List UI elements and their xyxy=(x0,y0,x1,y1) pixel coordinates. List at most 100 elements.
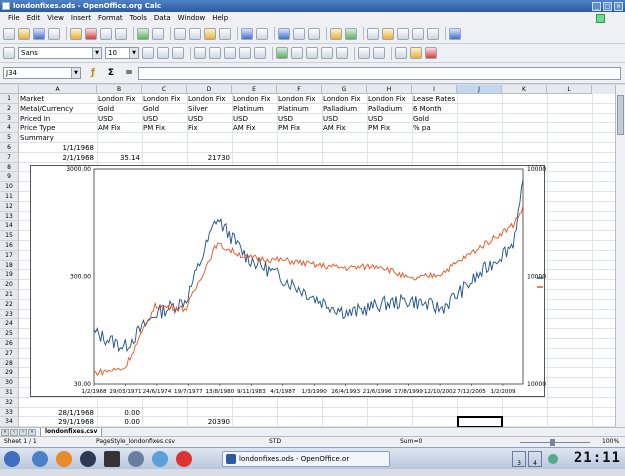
menu-data[interactable]: Data xyxy=(154,14,171,22)
r-icon[interactable] xyxy=(128,451,144,467)
cell[interactable]: PM Fix xyxy=(143,124,187,134)
paste-icon[interactable] xyxy=(204,27,216,40)
row-header[interactable]: 9 xyxy=(0,172,19,183)
eclipse-icon[interactable] xyxy=(80,451,96,467)
cell[interactable]: USD xyxy=(188,115,232,125)
row-header[interactable]: 34 xyxy=(0,417,19,427)
styles-formatting-icon[interactable] xyxy=(3,47,15,59)
row-header[interactable]: 25 xyxy=(0,329,19,339)
logout-icon[interactable] xyxy=(176,451,192,467)
column-header[interactable]: G xyxy=(322,85,367,94)
borders-icon[interactable] xyxy=(395,47,407,59)
row-header[interactable]: 15 xyxy=(0,231,19,241)
terminal-icon[interactable] xyxy=(104,451,120,467)
scrollbar-thumb[interactable] xyxy=(617,95,624,135)
row-header[interactable]: 22 xyxy=(0,299,19,310)
cell[interactable]: Platinum xyxy=(233,105,277,115)
cell[interactable]: 0.00 xyxy=(98,409,140,419)
function-wizard-icon[interactable]: ƒ xyxy=(88,68,98,78)
cell[interactable]: London Fix xyxy=(278,95,322,105)
menu-file[interactable]: File xyxy=(8,14,20,22)
edit-file-icon[interactable] xyxy=(70,27,82,40)
row-header[interactable]: 29 xyxy=(0,368,19,379)
cell[interactable]: Market xyxy=(20,95,96,105)
cell[interactable]: PM Fix xyxy=(368,124,412,134)
prev-sheet-icon[interactable]: ‹ xyxy=(10,428,18,436)
underline-icon[interactable] xyxy=(172,47,184,59)
row-header[interactable]: 7 xyxy=(0,152,19,163)
email-icon[interactable] xyxy=(48,27,60,40)
cell[interactable]: % pa xyxy=(413,124,457,134)
menu-view[interactable]: View xyxy=(47,14,64,22)
column-header[interactable]: L xyxy=(547,85,592,94)
menu-window[interactable]: Window xyxy=(178,14,206,22)
cell[interactable]: 0.00 xyxy=(98,418,140,427)
column-header[interactable]: E xyxy=(232,85,277,94)
row-header[interactable]: 14 xyxy=(0,221,19,232)
close-document-icon[interactable] xyxy=(596,13,605,23)
column-header[interactable]: D xyxy=(187,85,232,94)
gallery-icon[interactable] xyxy=(397,27,409,40)
show-draw-functions-icon[interactable] xyxy=(345,27,357,40)
cell[interactable]: Priced In xyxy=(20,115,96,125)
cell[interactable]: London Fix xyxy=(143,95,187,105)
align-right-icon[interactable] xyxy=(224,47,236,59)
justify-icon[interactable] xyxy=(239,47,251,59)
zoom-icon[interactable] xyxy=(427,27,439,40)
desktop-pager-3[interactable]: 3 xyxy=(512,451,526,467)
cell[interactable]: USD xyxy=(278,115,322,125)
first-sheet-icon[interactable]: « xyxy=(1,428,9,436)
row-header[interactable]: 18 xyxy=(0,260,19,271)
add-decimal-icon[interactable] xyxy=(321,47,333,59)
vertical-scrollbar[interactable] xyxy=(615,85,625,427)
function-button[interactable]: = xyxy=(124,68,134,78)
cell[interactable]: Price Type xyxy=(20,124,96,134)
column-header[interactable]: K xyxy=(502,85,547,94)
menu-help[interactable]: Help xyxy=(212,14,228,22)
column-header[interactable]: H xyxy=(367,85,412,94)
new-document-icon[interactable] xyxy=(3,27,15,40)
selection-mode[interactable]: STD xyxy=(269,438,281,445)
menu-format[interactable]: Format xyxy=(98,14,123,22)
copy-icon[interactable] xyxy=(189,27,201,40)
merge-cells-icon[interactable] xyxy=(254,47,266,59)
name-box[interactable]: J34 ▼ xyxy=(3,67,81,79)
cell[interactable]: Metal/Currency xyxy=(20,105,96,115)
cell[interactable]: USD xyxy=(98,115,142,125)
cell[interactable]: AM Fix xyxy=(233,124,277,134)
row-header[interactable]: 12 xyxy=(0,201,19,212)
row-header[interactable]: 30 xyxy=(0,378,19,388)
format-paintbrush-icon[interactable] xyxy=(219,27,231,40)
column-header[interactable]: C xyxy=(142,85,187,94)
kde-menu-icon[interactable] xyxy=(4,451,20,467)
formula-input[interactable] xyxy=(138,66,621,80)
cell[interactable]: 2/1/1968 xyxy=(20,154,94,164)
column-header[interactable]: I xyxy=(412,85,457,94)
cell[interactable]: PM Fix xyxy=(278,124,322,134)
column-header[interactable]: B xyxy=(97,85,142,94)
font-size-combo[interactable]: 10 ▼ xyxy=(105,47,139,59)
minimize-button[interactable]: _ xyxy=(592,1,601,11)
row-header[interactable]: 24 xyxy=(0,319,19,330)
row-header[interactable]: 28 xyxy=(0,358,19,369)
row-header[interactable]: 8 xyxy=(0,162,19,173)
row-header[interactable]: 10 xyxy=(0,182,19,192)
bold-icon[interactable] xyxy=(142,47,154,59)
export-pdf-icon[interactable] xyxy=(85,27,97,40)
row-header[interactable]: 5 xyxy=(0,133,19,143)
zoom-slider-thumb[interactable] xyxy=(550,439,555,446)
cell[interactable]: Lease Rates xyxy=(413,95,457,105)
cell[interactable]: 29/1/1968 xyxy=(20,418,94,427)
save-icon[interactable] xyxy=(33,27,45,40)
desktop-pager-4[interactable]: 4 xyxy=(528,451,542,467)
find-replace-icon[interactable] xyxy=(367,27,379,40)
row-header[interactable]: 23 xyxy=(0,309,19,320)
next-sheet-icon[interactable]: › xyxy=(19,428,27,436)
hyperlink-icon[interactable] xyxy=(278,27,290,40)
delete-decimal-icon[interactable] xyxy=(336,47,348,59)
network-icon[interactable] xyxy=(152,451,168,467)
cell[interactable]: Summary xyxy=(20,134,96,144)
row-header[interactable]: 20 xyxy=(0,280,19,290)
select-all-corner[interactable] xyxy=(0,85,19,94)
decrease-indent-icon[interactable] xyxy=(358,47,370,59)
